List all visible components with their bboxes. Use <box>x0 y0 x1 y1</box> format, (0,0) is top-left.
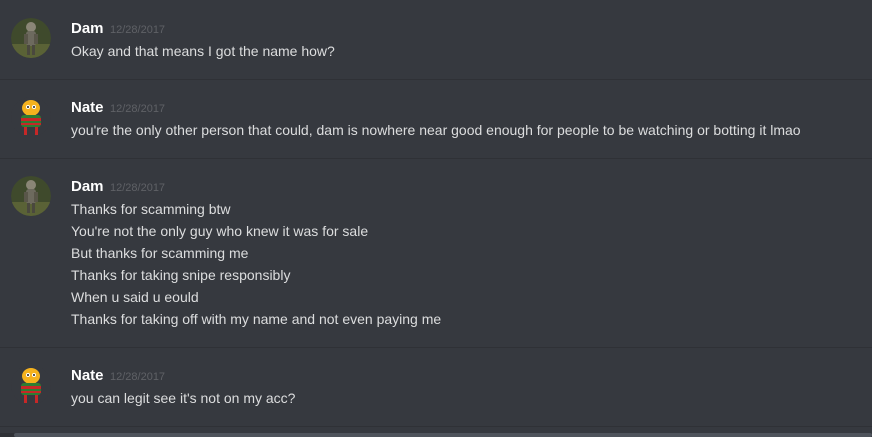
message-timestamp: 12/28/2017 <box>110 103 166 115</box>
dam-avatar-icon[interactable] <box>11 176 51 216</box>
message-text: Thanks for taking off with my name and n… <box>71 311 442 327</box>
dam-avatar-icon[interactable] <box>11 18 51 58</box>
message-text: you can legit see it's not on my acc? <box>71 390 296 406</box>
message-divider <box>0 347 872 348</box>
message-timestamp: 12/28/2017 <box>110 371 166 383</box>
message-timestamp: 12/28/2017 <box>110 182 166 194</box>
chat-message-list: Dam 12/28/2017 Okay and that means I got… <box>0 0 872 437</box>
message-text: But thanks for scamming me <box>71 245 249 261</box>
username[interactable]: Dam <box>71 20 104 37</box>
horizontal-scrollbar-thumb[interactable] <box>14 433 872 437</box>
username[interactable]: Nate <box>71 99 104 116</box>
message-divider <box>0 426 872 427</box>
username[interactable]: Dam <box>71 178 104 195</box>
message-timestamp: 12/28/2017 <box>110 24 166 36</box>
message-text: Okay and that means I got the name how? <box>71 43 335 59</box>
message-text: You're not the only guy who knew it was … <box>71 223 369 239</box>
message-divider <box>0 79 872 80</box>
message-text: Thanks for scamming btw <box>71 201 231 217</box>
message-text: you're the only other person that could,… <box>71 122 801 138</box>
message-text: When u said u eould <box>71 289 199 305</box>
username[interactable]: Nate <box>71 367 104 384</box>
message-text: Thanks for taking snipe responsibly <box>71 267 291 283</box>
message-divider <box>0 158 872 159</box>
nate-avatar-icon[interactable] <box>11 97 51 137</box>
nate-avatar-icon[interactable] <box>11 365 51 405</box>
